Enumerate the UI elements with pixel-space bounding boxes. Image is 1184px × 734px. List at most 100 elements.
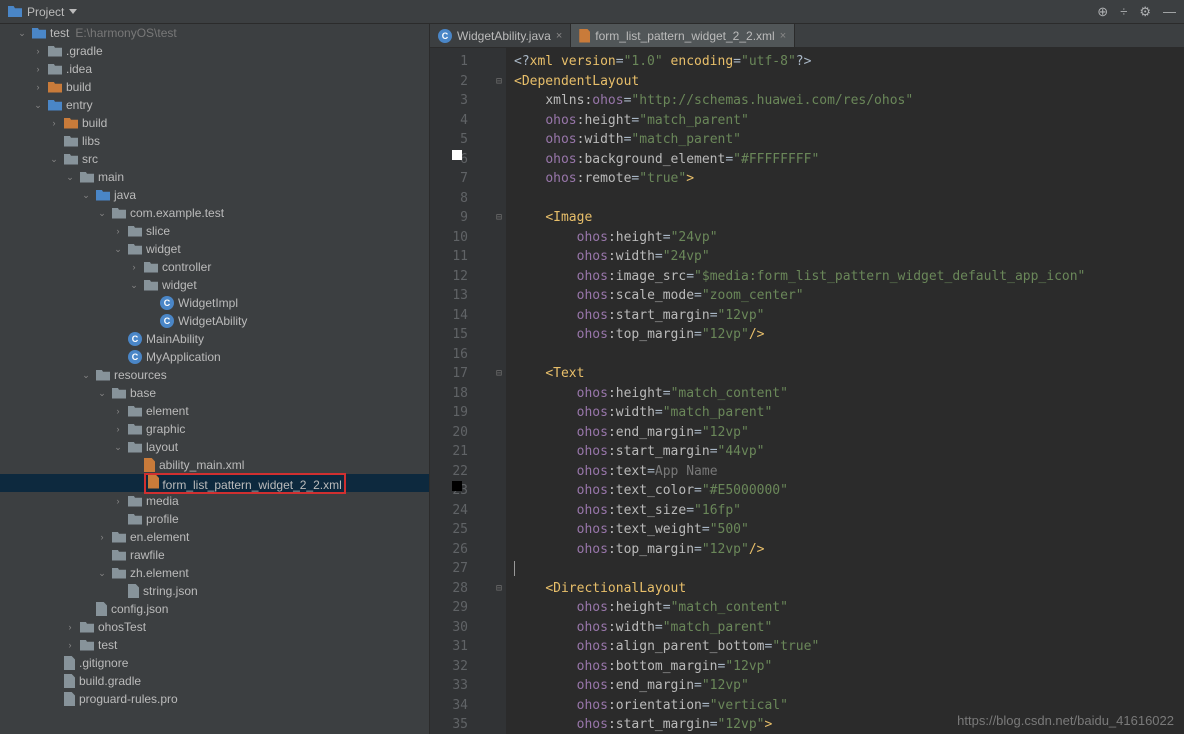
close-icon[interactable]: × [780,30,786,42]
fold-toggle[interactable]: ⊟ [492,208,506,228]
code-line[interactable]: ohos:background_element="#FFFFFFFF" [514,150,1085,170]
tree-row[interactable]: string.json [0,582,429,600]
tree-expand-chevron[interactable]: ⌄ [112,442,124,453]
tree-row[interactable]: ›element [0,402,429,420]
collapse-icon[interactable]: ÷ [1120,4,1127,20]
code-line[interactable]: ohos:width="match_parent" [514,403,1085,423]
tree-row[interactable]: ⌄src [0,150,429,168]
code-line[interactable]: ohos:align_parent_bottom="true" [514,637,1085,657]
tree-row[interactable]: ›.idea [0,60,429,78]
tree-row[interactable]: ⌄resources [0,366,429,384]
code-line[interactable]: ohos:top_margin="12vp"/> [514,540,1085,560]
code-editor[interactable]: 1234567891011121314151617181920212223242… [430,48,1184,734]
tree-expand-chevron[interactable]: ⌄ [96,388,108,399]
code-line[interactable]: ohos:start_margin="44vp" [514,442,1085,462]
tree-expand-chevron[interactable]: › [112,406,124,416]
tree-row[interactable]: rawfile [0,546,429,564]
tree-row[interactable]: ⌄layout [0,438,429,456]
tree-expand-chevron[interactable]: ⌄ [32,100,44,111]
code-line[interactable]: <Image [514,208,1085,228]
tree-row[interactable]: ⌄main [0,168,429,186]
code-line[interactable] [514,559,1085,579]
tree-row[interactable]: ›en.element [0,528,429,546]
tree-row[interactable]: ⌄java [0,186,429,204]
tree-row[interactable]: CMainAbility [0,330,429,348]
code-line[interactable]: ohos:remote="true"> [514,169,1085,189]
code-line[interactable]: ohos:height="match_parent" [514,111,1085,131]
close-icon[interactable]: × [556,30,562,42]
code-line[interactable]: ohos:end_margin="12vp" [514,676,1085,696]
tree-expand-chevron[interactable]: ⌄ [96,568,108,579]
tree-row[interactable]: .gitignore [0,654,429,672]
tree-row[interactable]: profile [0,510,429,528]
tree-expand-chevron[interactable]: › [64,640,76,650]
tree-row[interactable]: ⌄testE:\harmonyOS\test [0,24,429,42]
tree-row[interactable]: ›build [0,114,429,132]
tree-expand-chevron[interactable]: › [32,64,44,74]
fold-column[interactable]: ⊟⊟⊟⊟ [492,48,506,734]
code-line[interactable]: ohos:width="match_parent" [514,130,1085,150]
project-scope-selector[interactable]: Project [0,5,85,19]
tree-row[interactable]: ⌄entry [0,96,429,114]
editor-tab[interactable]: CWidgetAbility.java× [430,24,571,47]
tree-expand-chevron[interactable]: › [32,46,44,56]
code-line[interactable]: ohos:height="match_content" [514,384,1085,404]
target-icon[interactable]: ⊕ [1097,4,1108,20]
code-line[interactable]: ohos:text_color="#E5000000" [514,481,1085,501]
fold-toggle[interactable]: ⊟ [492,364,506,384]
tree-row[interactable]: config.json [0,600,429,618]
tree-expand-chevron[interactable]: › [112,496,124,506]
tree-row[interactable]: proguard-rules.pro [0,690,429,708]
tree-row[interactable]: ›test [0,636,429,654]
tree-expand-chevron[interactable]: › [112,424,124,434]
code-content[interactable]: <?xml version="1.0" encoding="utf-8"?><D… [506,48,1093,734]
tree-row[interactable]: ⌄zh.element [0,564,429,582]
tree-row[interactable]: ›slice [0,222,429,240]
tree-row[interactable]: ›graphic [0,420,429,438]
tree-row[interactable]: form_list_pattern_widget_2_2.xml [0,474,429,492]
tree-row[interactable]: CMyApplication [0,348,429,366]
fold-toggle[interactable]: ⊟ [492,72,506,92]
tree-expand-chevron[interactable]: › [128,262,140,272]
code-line[interactable]: xmlns:ohos="http://schemas.huawei.com/re… [514,91,1085,111]
tree-expand-chevron[interactable]: ⌄ [80,370,92,381]
tree-row[interactable]: ⌄com.example.test [0,204,429,222]
tree-row[interactable]: ⌄base [0,384,429,402]
code-line[interactable]: ohos:width="match_parent" [514,618,1085,638]
code-line[interactable]: ohos:top_margin="12vp"/> [514,325,1085,345]
tree-expand-chevron[interactable]: › [48,118,60,128]
code-line[interactable]: <?xml version="1.0" encoding="utf-8"?> [514,52,1085,72]
tree-expand-chevron[interactable]: › [112,226,124,236]
tree-expand-chevron[interactable]: ⌄ [128,280,140,291]
tree-expand-chevron[interactable]: › [64,622,76,632]
code-line[interactable]: ohos:image_src="$media:form_list_pattern… [514,267,1085,287]
tree-row[interactable]: ›media [0,492,429,510]
tree-row[interactable]: CWidgetAbility [0,312,429,330]
tree-expand-chevron[interactable]: ⌄ [112,244,124,255]
hide-icon[interactable]: — [1163,4,1176,20]
code-line[interactable]: ohos:text_weight="500" [514,520,1085,540]
code-line[interactable]: <DependentLayout [514,72,1085,92]
tree-row[interactable]: ability_main.xml [0,456,429,474]
tree-row[interactable]: ›.gradle [0,42,429,60]
tree-row[interactable]: build.gradle [0,672,429,690]
code-line[interactable]: ohos:end_margin="12vp" [514,423,1085,443]
code-line[interactable] [514,189,1085,209]
tree-expand-chevron[interactable]: ⌄ [64,172,76,183]
tree-row[interactable]: libs [0,132,429,150]
code-line[interactable]: <Text [514,364,1085,384]
code-line[interactable]: ohos:bottom_margin="12vp" [514,657,1085,677]
tree-expand-chevron[interactable]: › [32,82,44,92]
code-line[interactable]: ohos:width="24vp" [514,247,1085,267]
tree-expand-chevron[interactable]: ⌄ [80,190,92,201]
code-line[interactable]: ohos:height="24vp" [514,228,1085,248]
project-tree-panel[interactable]: ⌄testE:\harmonyOS\test›.gradle›.idea›bui… [0,24,430,734]
code-line[interactable]: ohos:scale_mode="zoom_center" [514,286,1085,306]
code-line[interactable]: ohos:start_margin="12vp" [514,306,1085,326]
tree-row[interactable]: ›ohosTest [0,618,429,636]
editor-tab[interactable]: form_list_pattern_widget_2_2.xml× [571,24,795,47]
tree-row[interactable]: CWidgetImpl [0,294,429,312]
code-line[interactable] [514,345,1085,365]
code-line[interactable]: <DirectionalLayout [514,579,1085,599]
code-line[interactable]: ohos:text=App Name [514,462,1085,482]
